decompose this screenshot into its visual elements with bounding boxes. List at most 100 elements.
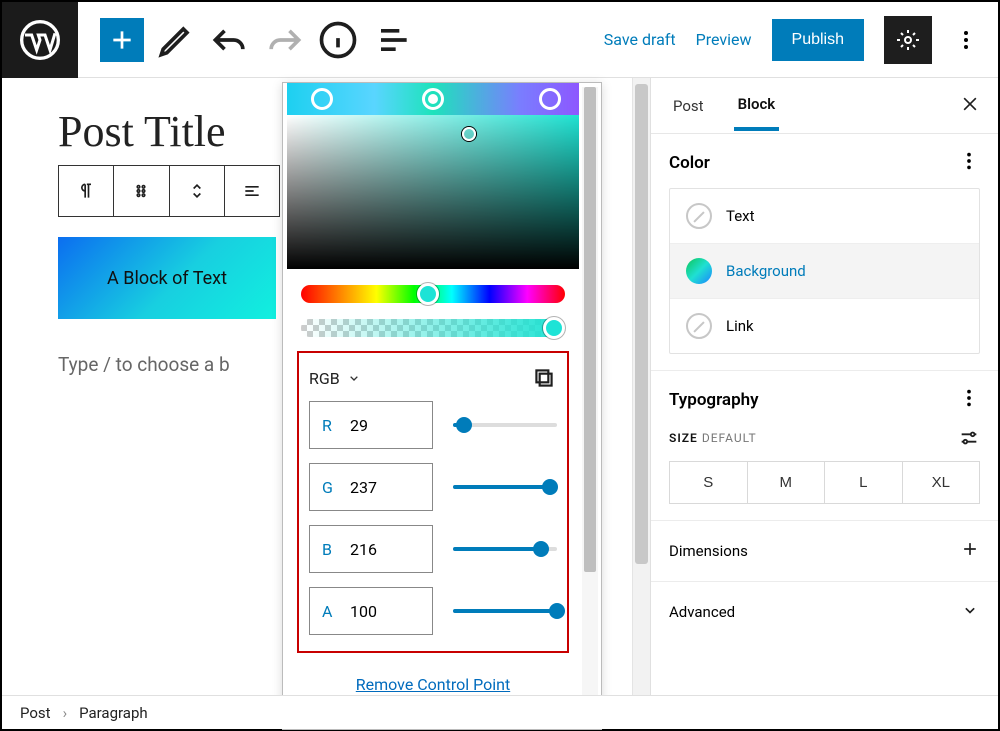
typography-panel-title: Typography	[669, 390, 759, 410]
color-row-label: Text	[726, 207, 755, 225]
gradient-preview-strip[interactable]	[287, 83, 579, 115]
edit-tool-button[interactable]	[154, 18, 198, 62]
info-icon	[316, 18, 360, 62]
color-mode-select[interactable]: RGB	[309, 369, 362, 388]
channel-slider-a[interactable]	[453, 599, 557, 623]
chevron-down-icon	[346, 370, 362, 386]
breadcrumb: Post › Paragraph	[2, 695, 998, 729]
publish-button[interactable]: Publish	[772, 19, 864, 61]
redo-button[interactable]	[262, 18, 306, 62]
typography-panel: Typography SIZEDEFAULT S M L XL	[651, 371, 998, 521]
channel-input-a[interactable]: A100	[309, 587, 433, 635]
chevron-up-down-icon	[187, 181, 207, 201]
channel-slider-r[interactable]	[453, 413, 557, 437]
channel-slider-g[interactable]	[453, 475, 557, 499]
block-toolbar	[58, 165, 280, 217]
align-left-icon	[242, 181, 262, 201]
copy-color-button[interactable]	[531, 365, 557, 391]
color-row-link[interactable]: Link	[670, 298, 979, 353]
pencil-icon	[154, 18, 198, 62]
font-size-m[interactable]: M	[747, 462, 825, 503]
channel-row-b: B216	[309, 525, 557, 573]
sliders-icon	[958, 427, 980, 449]
gear-icon	[896, 28, 920, 52]
kebab-icon	[958, 150, 980, 172]
undo-button[interactable]	[208, 18, 252, 62]
alpha-thumb[interactable]	[543, 317, 565, 339]
hue-slider[interactable]	[301, 285, 565, 303]
drag-handle[interactable]	[114, 166, 169, 216]
drag-icon	[131, 181, 151, 201]
advanced-panel-toggle[interactable]: Advanced	[651, 582, 998, 642]
tab-post[interactable]: Post	[669, 83, 708, 129]
more-menu-button[interactable]	[952, 16, 980, 64]
tab-block[interactable]: Block	[734, 81, 780, 131]
close-icon	[960, 94, 980, 114]
breadcrumb-current[interactable]: Paragraph	[79, 704, 148, 722]
save-draft-button[interactable]: Save draft	[604, 30, 676, 49]
copy-icon	[531, 365, 557, 391]
move-up-down-button[interactable]	[170, 166, 225, 216]
font-size-xl[interactable]: XL	[902, 462, 980, 503]
gradient-stop-active[interactable]	[422, 88, 444, 110]
swatch-none-icon	[686, 203, 712, 229]
add-block-button[interactable]	[100, 18, 144, 62]
channel-slider-b[interactable]	[453, 537, 557, 561]
advanced-title: Advanced	[669, 603, 735, 621]
channel-row-r: R29	[309, 401, 557, 449]
dimensions-panel-toggle[interactable]: Dimensions	[651, 521, 998, 582]
kebab-icon	[958, 387, 980, 409]
chevron-down-icon	[960, 600, 980, 624]
paragraph-block-type-button[interactable]	[59, 166, 114, 216]
font-size-label: SIZEDEFAULT	[669, 431, 757, 445]
gradient-stop[interactable]	[539, 88, 561, 110]
plus-icon	[960, 539, 980, 563]
preview-button[interactable]: Preview	[696, 30, 752, 49]
custom-size-button[interactable]	[958, 427, 980, 449]
settings-button[interactable]	[884, 16, 932, 64]
align-button[interactable]	[225, 166, 279, 216]
popover-scrollbar[interactable]: ▴ ▾	[582, 87, 598, 725]
list-icon	[370, 18, 414, 62]
settings-sidebar: Post Block Color Text Background	[650, 78, 998, 695]
plus-icon	[109, 27, 135, 53]
wordpress-icon	[20, 20, 60, 60]
color-panel-title: Color	[669, 153, 710, 173]
channel-input-r[interactable]: R29	[309, 401, 433, 449]
sv-cursor[interactable]	[462, 127, 476, 141]
info-button[interactable]	[316, 18, 360, 62]
kebab-icon	[954, 28, 978, 52]
channel-row-a: A100	[309, 587, 557, 635]
breadcrumb-separator-icon: ›	[63, 704, 68, 722]
font-size-s[interactable]: S	[670, 462, 747, 503]
color-row-text[interactable]: Text	[670, 189, 979, 243]
color-panel: Color Text Background Link	[651, 134, 998, 371]
channel-input-b[interactable]: B216	[309, 525, 433, 573]
breadcrumb-root[interactable]: Post	[20, 704, 51, 722]
typography-panel-menu[interactable]	[958, 387, 980, 413]
color-row-label: Link	[726, 317, 754, 335]
close-sidebar-button[interactable]	[960, 94, 980, 118]
font-size-l[interactable]: L	[824, 462, 902, 503]
saturation-value-picker[interactable]	[287, 115, 579, 269]
dimensions-title: Dimensions	[669, 542, 748, 560]
wordpress-logo[interactable]	[2, 2, 78, 78]
top-toolbar: Save draft Preview Publish	[2, 2, 998, 78]
color-panel-menu[interactable]	[958, 150, 980, 176]
hue-thumb[interactable]	[417, 283, 439, 305]
color-row-background[interactable]: Background	[670, 243, 979, 298]
alpha-slider[interactable]	[301, 319, 565, 337]
color-row-label: Background	[726, 262, 806, 280]
color-mode-label: RGB	[309, 369, 340, 388]
scrollbar-thumb[interactable]	[584, 87, 596, 572]
scrollbar-thumb[interactable]	[635, 84, 648, 564]
paragraph-block[interactable]: A Block of Text	[58, 237, 276, 319]
channel-input-g[interactable]: G237	[309, 463, 433, 511]
paragraph-icon	[76, 181, 96, 201]
outline-button[interactable]	[370, 18, 414, 62]
canvas-scrollbar[interactable]	[632, 78, 650, 695]
font-size-buttons: S M L XL	[669, 461, 980, 504]
swatch-none-icon	[686, 313, 712, 339]
color-list: Text Background Link	[669, 188, 980, 354]
gradient-stop[interactable]	[311, 88, 333, 110]
